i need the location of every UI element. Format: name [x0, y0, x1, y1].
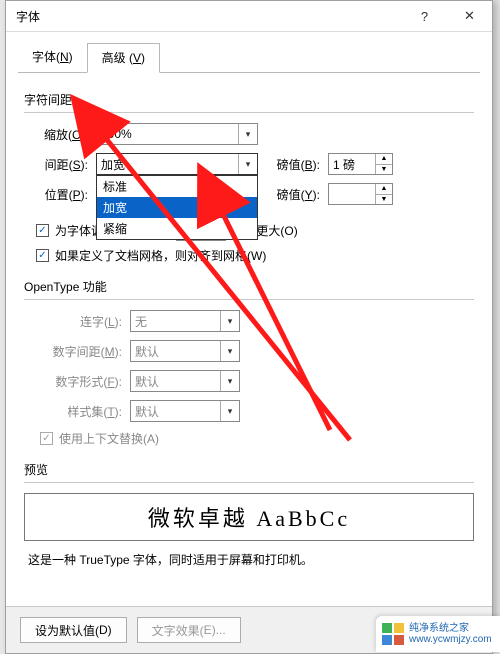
preview-hint: 这是一种 TrueType 字体，同时适用于屏幕和打印机。: [28, 551, 474, 568]
kerning-option-condensed[interactable]: 紧缩: [97, 218, 257, 239]
position-points-label: 磅值(Y):: [264, 186, 322, 203]
styleset-label: 样式集(T):: [32, 403, 124, 420]
dialog-title: 字体: [16, 8, 402, 25]
kerning-option-expanded[interactable]: 加宽: [97, 197, 257, 218]
kerning-value: 加宽: [101, 156, 125, 173]
chevron-down-icon: ▾: [238, 124, 257, 144]
numspacing-combo[interactable]: 默认 ▾: [130, 340, 240, 362]
styleset-combo[interactable]: 默认 ▾: [130, 400, 240, 422]
grid-checkbox-label: 如果定义了文档网格，则对齐到网格(W): [55, 247, 266, 264]
numform-row: 数字形式(F): 默认 ▾: [32, 370, 474, 392]
scale-label: 缩放(C):: [24, 126, 90, 143]
watermark: 纯净系统之家 www.ycwmjzy.com: [376, 616, 500, 652]
grid-checkbox[interactable]: ✓: [36, 249, 49, 262]
kerning-combo[interactable]: 加宽 ▾: [96, 153, 258, 175]
numform-label: 数字形式(F):: [32, 373, 124, 390]
divider: [24, 112, 474, 113]
scale-value: 100%: [101, 127, 132, 141]
kerning-points-input[interactable]: 1 磅 ▲▼: [328, 153, 393, 175]
styleset-row: 样式集(T): 默认 ▾: [32, 400, 474, 422]
watermark-logo-icon: [382, 623, 404, 645]
spinner-buttons[interactable]: ▲▼: [375, 184, 392, 204]
spinner-buttons[interactable]: ▲▼: [375, 154, 392, 174]
kerning-points-label: 磅值(B):: [264, 156, 322, 173]
help-icon[interactable]: ?: [402, 1, 447, 31]
titlebar: 字体 ? ✕: [6, 1, 492, 32]
contextual-checkbox[interactable]: ✓: [40, 432, 53, 445]
chevron-down-icon: ▾: [220, 401, 239, 421]
kerning-label: 间距(S):: [24, 156, 90, 173]
spacing-section-title: 字符间距: [24, 91, 474, 108]
kerning-dropdown-list: 标准 加宽 紧缩: [96, 175, 258, 240]
ligature-combo[interactable]: 无 ▾: [130, 310, 240, 332]
divider: [24, 299, 474, 300]
text-effects-button[interactable]: 文字效果(E)...: [137, 617, 241, 643]
opentype-section-title: OpenType 功能: [24, 278, 474, 295]
ligature-label: 连字(L):: [32, 313, 124, 330]
scale-combo[interactable]: 100% ▾: [96, 123, 258, 145]
dialog-body: 字符间距 缩放(C): 100% ▾ 间距(S): 加宽 ▾ 磅值(B):: [6, 73, 492, 568]
tab-font[interactable]: 字体(N): [18, 43, 87, 73]
preview-sample: 微软卓越 AaBbCc: [148, 501, 350, 533]
tab-strip: 字体(N) 高级 (V): [18, 42, 480, 73]
numspacing-label: 数字间距(M):: [32, 343, 124, 360]
preview-box: 微软卓越 AaBbCc: [24, 493, 474, 541]
preview-section-title: 预览: [24, 461, 474, 478]
kerning-option-standard[interactable]: 标准: [97, 176, 257, 197]
set-default-button[interactable]: 设为默认值(D): [20, 617, 127, 643]
scale-row: 缩放(C): 100% ▾: [24, 123, 474, 145]
chevron-down-icon: ▾: [220, 311, 239, 331]
chevron-down-icon: ▾: [220, 371, 239, 391]
numspacing-row: 数字间距(M): 默认 ▾: [32, 340, 474, 362]
kerning-row: 间距(S): 加宽 ▾ 磅值(B): 1 磅 ▲▼ 标准 加宽 紧缩: [24, 153, 474, 175]
font-dialog: 字体 ? ✕ 字体(N) 高级 (V) 字符间距 缩放(C): 100% ▾: [5, 0, 493, 654]
ligature-row: 连字(L): 无 ▾: [32, 310, 474, 332]
kern-checkbox[interactable]: ✓: [36, 224, 49, 237]
chevron-down-icon: ▾: [220, 341, 239, 361]
watermark-text: 纯净系统之家 www.ycwmjzy.com: [409, 623, 492, 646]
contextual-checkbox-row: ✓ 使用上下文替换(A): [40, 430, 474, 447]
numform-combo[interactable]: 默认 ▾: [130, 370, 240, 392]
tab-advanced[interactable]: 高级 (V): [87, 43, 160, 73]
position-label: 位置(P):: [24, 186, 90, 203]
position-points-input[interactable]: ▲▼: [328, 183, 393, 205]
divider: [24, 482, 474, 483]
contextual-checkbox-label: 使用上下文替换(A): [59, 430, 159, 447]
grid-checkbox-row: ✓ 如果定义了文档网格，则对齐到网格(W): [36, 247, 474, 264]
close-icon[interactable]: ✕: [447, 1, 492, 31]
chevron-down-icon: ▾: [238, 154, 257, 174]
